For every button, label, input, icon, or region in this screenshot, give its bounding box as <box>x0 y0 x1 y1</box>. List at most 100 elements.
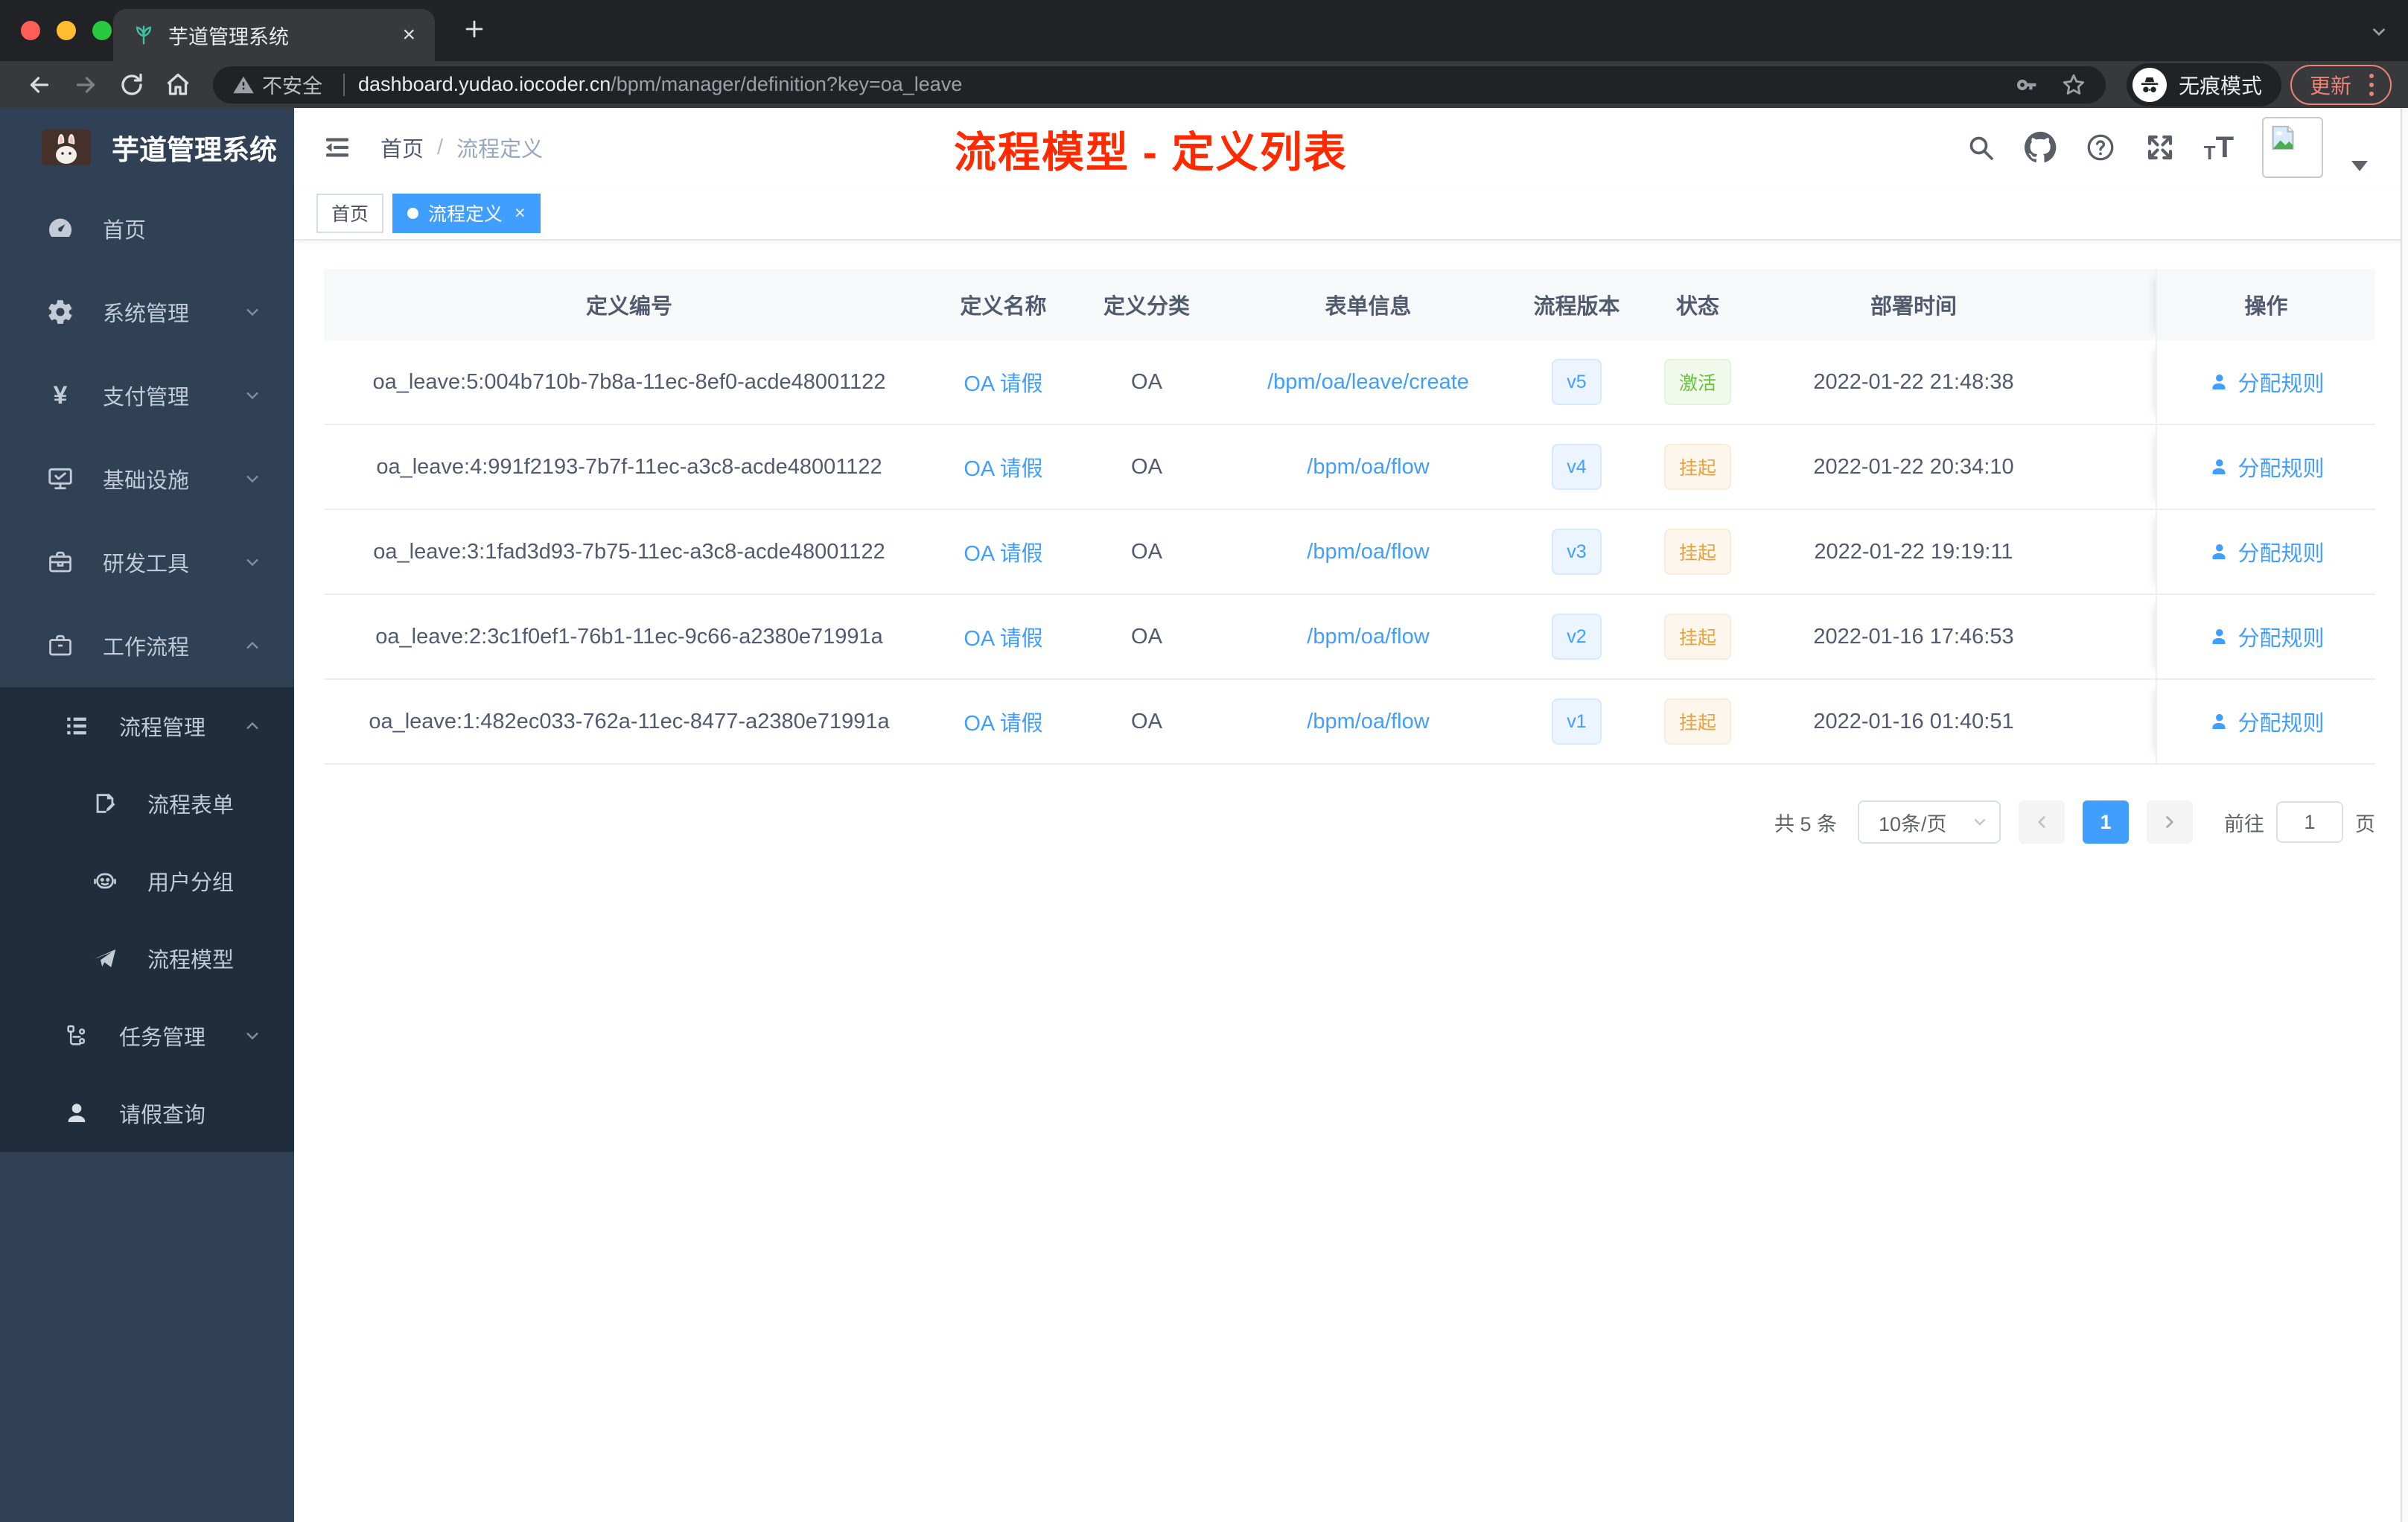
avatar-caret-down-icon[interactable] <box>2351 161 2368 171</box>
definition-category: OA <box>1131 709 1162 733</box>
home-icon[interactable] <box>155 71 201 98</box>
tag-close-icon[interactable]: × <box>515 203 526 224</box>
breadcrumb-current: 流程定义 <box>456 138 544 162</box>
sidebar-item-label: 流程管理 <box>119 716 206 740</box>
page-scrollbar[interactable] <box>2401 108 2408 1522</box>
update-label[interactable]: 更新 <box>2310 70 2351 100</box>
next-page-button[interactable] <box>2147 800 2193 844</box>
tab-close-icon[interactable]: × <box>402 24 415 46</box>
toolbox-icon <box>43 549 77 576</box>
sidebar-item-process-management[interactable]: 流程管理 <box>0 687 294 765</box>
form-link[interactable]: /bpm/oa/leave/create <box>1267 370 1469 395</box>
tag-label: 首页 <box>331 204 369 225</box>
chevron-left-icon <box>2038 816 2045 828</box>
form-link[interactable]: /bpm/oa/flow <box>1307 455 1429 480</box>
deploy-time: 2022-01-16 17:46:53 <box>1813 624 2014 649</box>
sidebar-item-system[interactable]: 系统管理 <box>0 270 294 354</box>
bookmark-star-icon[interactable] <box>2061 72 2086 98</box>
browser-menu-icon[interactable] <box>2365 73 2378 96</box>
window-minimize-button[interactable] <box>57 21 76 40</box>
incognito-label: 无痕模式 <box>2178 74 2262 98</box>
definition-name-link[interactable]: OA 请假 <box>963 621 1042 652</box>
definition-id: oa_leave:4:991f2193-7b7f-11ec-a3c8-acde4… <box>376 454 882 479</box>
tab-search-chevron-icon[interactable] <box>2369 22 2389 42</box>
github-icon[interactable] <box>2024 131 2057 164</box>
status-badge: 激活 <box>1663 359 1731 405</box>
search-icon[interactable] <box>1966 133 1995 162</box>
font-size-icon[interactable]: TT <box>2204 133 2234 162</box>
col-header-id: 定义编号 <box>585 295 672 319</box>
definition-id: oa_leave:2:3c1f0ef1-76b1-11ec-9c66-a2380… <box>375 624 883 649</box>
sidebar-item-leave-query[interactable]: 请假查询 <box>0 1074 294 1152</box>
browser-tab-strip: 芋道管理系统 × <box>0 0 2408 61</box>
deploy-time: 2022-01-22 21:48:38 <box>1813 369 2014 394</box>
back-icon[interactable] <box>16 71 63 98</box>
goto-page-input[interactable] <box>2276 801 2343 843</box>
assign-rule-button[interactable]: 分配规则 <box>2208 451 2325 483</box>
definition-category: OA <box>1131 624 1162 649</box>
breadcrumb: 首页 / 流程定义 <box>380 132 543 163</box>
browser-tab[interactable]: 芋道管理系统 × <box>113 9 435 61</box>
dashboard-icon <box>43 214 77 243</box>
hamburger-icon[interactable] <box>322 133 352 162</box>
sidebar-logo[interactable]: 芋道管理系统 <box>0 108 294 187</box>
robot-icon <box>88 867 122 894</box>
window-zoom-button[interactable] <box>92 21 112 40</box>
password-key-icon[interactable] <box>2013 72 2039 98</box>
status-badge: 挂起 <box>1663 529 1731 575</box>
user-icon <box>60 1100 94 1127</box>
sidebar-item-home[interactable]: 首页 <box>0 187 294 270</box>
sidebar-item-infrastructure[interactable]: 基础设施 <box>0 437 294 520</box>
page-size-select[interactable]: 10条/页 <box>1858 800 2001 844</box>
breadcrumb-home[interactable]: 首页 <box>380 132 424 163</box>
chrome-update-button[interactable]: 更新 <box>2290 64 2392 105</box>
app-root: 芋道管理系统 首页 系统管理 ¥ 支付管理 基础设施 研发工具 工作流程 流程管… <box>0 108 2408 1522</box>
url-bar[interactable]: 不安全 dashboard.yudao.iocoder.cn/bpm/manag… <box>213 66 2106 104</box>
user-icon <box>2212 374 2226 389</box>
definition-name-link[interactable]: OA 请假 <box>963 536 1042 567</box>
user-icon <box>2212 713 2226 729</box>
page-annotation: 流程模型 - 定义列表 <box>954 129 1348 176</box>
sidebar-item-task-management[interactable]: 任务管理 <box>0 997 294 1074</box>
sidebar-item-workflow[interactable]: 工作流程 <box>0 604 294 687</box>
assign-rule-button[interactable]: 分配规则 <box>2208 366 2325 398</box>
prev-page-button[interactable] <box>2019 800 2065 844</box>
sidebar-item-label: 用户分组 <box>147 871 235 895</box>
new-tab-button[interactable] <box>462 16 487 42</box>
pagination-total: 共 5 条 <box>1774 812 1837 835</box>
assign-rule-button[interactable]: 分配规则 <box>2208 536 2325 567</box>
version-badge: v3 <box>1552 529 1602 575</box>
form-link[interactable]: /bpm/oa/flow <box>1307 625 1429 649</box>
user-icon <box>2212 628 2226 644</box>
form-icon <box>88 791 122 816</box>
assign-rule-button[interactable]: 分配规则 <box>2208 621 2325 652</box>
fullscreen-icon[interactable] <box>2144 132 2176 163</box>
tag-process-definition[interactable]: 流程定义 × <box>392 193 541 233</box>
incognito-icon <box>2132 67 2167 102</box>
window-close-button[interactable] <box>21 21 40 40</box>
definition-name-link[interactable]: OA 请假 <box>963 451 1042 483</box>
security-warning-icon[interactable] <box>232 74 255 96</box>
help-icon[interactable] <box>2085 132 2116 163</box>
form-link[interactable]: /bpm/oa/flow <box>1307 710 1429 734</box>
sidebar-item-payment[interactable]: ¥ 支付管理 <box>0 354 294 437</box>
chevron-down-icon <box>242 1025 263 1046</box>
table-header-row: 定义编号 定义名称 定义分类 表单信息 流程版本 状态 部署时间 操作 <box>324 269 2375 340</box>
tag-home[interactable]: 首页 <box>316 193 384 233</box>
pagination: 共 5 条 10条/页 1 前往 页 <box>324 800 2375 844</box>
form-link[interactable]: /bpm/oa/flow <box>1307 540 1429 564</box>
assign-rule-button[interactable]: 分配规则 <box>2208 706 2325 737</box>
sidebar-item-dev-tools[interactable]: 研发工具 <box>0 520 294 604</box>
yen-icon: ¥ <box>53 381 68 410</box>
security-label[interactable]: 不安全 <box>262 70 322 99</box>
definition-name-link[interactable]: OA 请假 <box>963 366 1042 398</box>
definition-id: oa_leave:3:1fad3d93-7b75-11ec-a3c8-acde4… <box>373 539 885 564</box>
definition-name-link[interactable]: OA 请假 <box>963 706 1042 737</box>
current-page-button[interactable]: 1 <box>2083 800 2129 844</box>
forward-icon[interactable] <box>63 71 109 98</box>
reload-icon[interactable] <box>109 71 155 98</box>
sidebar-item-process-form[interactable]: 流程表单 <box>0 765 294 842</box>
sidebar-item-process-model[interactable]: 流程模型 <box>0 920 294 997</box>
avatar[interactable] <box>2262 117 2323 178</box>
sidebar-item-user-group[interactable]: 用户分组 <box>0 842 294 920</box>
